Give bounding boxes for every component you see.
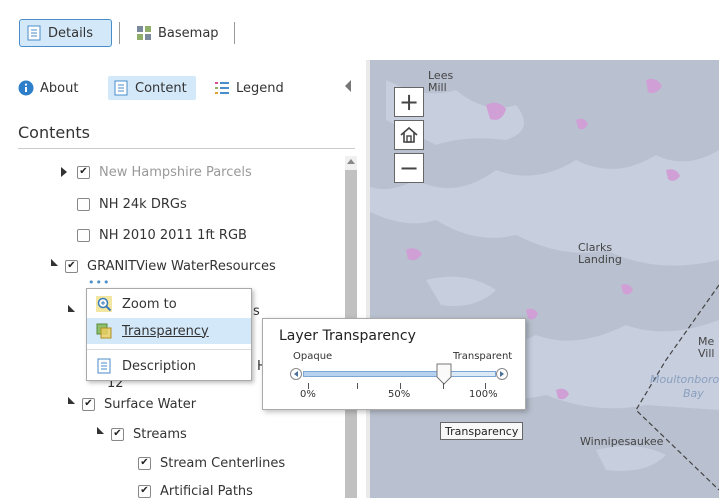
layer-row[interactable]: NH 24k DRGs (77, 194, 187, 214)
zoom-in-button[interactable]: + (394, 87, 424, 117)
description-label: Description (122, 358, 197, 374)
map-label: Winnipesaukee (580, 435, 664, 448)
home-icon (400, 126, 418, 143)
zoom-to-label: Zoom to (122, 296, 177, 312)
tab-content[interactable]: Content (108, 76, 196, 100)
layer-checkbox[interactable] (77, 197, 90, 211)
details-button[interactable]: Details (19, 19, 112, 47)
layer-row[interactable]: ✔ New Hampshire Parcels (61, 162, 252, 182)
toolbar-divider (119, 22, 120, 44)
map-label: Moultonboro (650, 373, 719, 386)
contents-title: Contents (18, 123, 90, 142)
tooltip: Transparency (440, 422, 524, 440)
layer-label: GRANITView WaterResources (87, 258, 276, 274)
map-label: Bay (683, 387, 704, 400)
layer-checkbox[interactable]: ✔ (77, 165, 90, 179)
layer-label: NH 24k DRGs (99, 196, 187, 212)
layer-row[interactable]: ✔ Streams (89, 424, 187, 444)
basemap-button[interactable]: Basemap (130, 19, 226, 47)
layer-row[interactable]: ✔ GRANITView WaterResources (43, 256, 276, 276)
layer-label: NH 2010 2011 1ft RGB (99, 227, 247, 243)
slider-tick (357, 383, 358, 389)
tab-legend-label: Legend (236, 80, 284, 96)
slider-tick-label: 0% (300, 389, 316, 400)
layer-label: Streams (133, 426, 187, 442)
layer-label: Stream Centerlines (160, 455, 286, 471)
tab-content-label: Content (135, 80, 187, 96)
layer-checkbox[interactable]: ✔ (82, 397, 95, 411)
zoom-to-menu-item[interactable]: Zoom to (87, 291, 251, 317)
legend-icon (215, 82, 229, 94)
slider-max-label: Transparent (453, 351, 513, 362)
layer-checkbox[interactable]: ✔ (138, 456, 151, 470)
details-icon (27, 25, 41, 41)
layer-row[interactable]: ✔ Stream Centerlines (138, 453, 285, 473)
home-button[interactable] (394, 120, 424, 150)
arrow-right-icon (500, 371, 504, 377)
map-label: Lees Mill (428, 69, 454, 94)
slider-tick-label: 50% (388, 389, 411, 400)
layer-transparency-popup: Layer Transparency Opaque Transparent 0%… (262, 318, 526, 410)
arrow-left-icon (294, 371, 298, 377)
collapse-arrow-icon[interactable] (43, 258, 59, 274)
slider-handle[interactable] (435, 363, 453, 385)
content-icon (114, 80, 128, 96)
layer-row[interactable]: ✔ Artificial Paths (138, 481, 253, 498)
slider-fill (303, 371, 444, 377)
slider-decrease-button[interactable] (290, 368, 302, 380)
collapse-arrow-icon[interactable] (60, 396, 76, 412)
transparency-icon (96, 323, 112, 339)
layer-row[interactable]: ✔ Surface Water (60, 394, 197, 414)
transparency-menu-item[interactable]: Transparency (87, 318, 251, 344)
zoom-to-icon (96, 296, 112, 312)
transparency-label: Transparency (122, 323, 209, 339)
slider-tick-label: 100% (469, 389, 498, 400)
info-icon (18, 80, 34, 96)
zoom-out-button[interactable]: − (394, 153, 424, 183)
layer-checkbox[interactable]: ✔ (111, 427, 124, 441)
collapse-arrow-icon[interactable] (60, 304, 76, 320)
slider-min-label: Opaque (293, 351, 333, 362)
layer-row[interactable] (60, 302, 82, 322)
collapse-panel-icon[interactable] (345, 80, 351, 92)
map-label: Me Vill (698, 335, 715, 360)
expand-arrow-icon[interactable] (61, 167, 67, 177)
scroll-up-icon[interactable] (347, 159, 355, 164)
collapse-arrow-icon[interactable] (89, 426, 105, 442)
top-toolbar: Details Basemap (0, 0, 719, 60)
menu-divider (87, 349, 251, 350)
basemap-label: Basemap (158, 25, 219, 41)
tab-about-label: About (40, 80, 79, 96)
layer-row[interactable]: NH 2010 2011 1ft RGB (77, 225, 247, 245)
panel-splitter[interactable] (366, 60, 370, 498)
slider-tick (443, 383, 444, 389)
description-icon (97, 358, 111, 374)
slider-increase-button[interactable] (496, 368, 508, 380)
layer-label: Artificial Paths (160, 483, 253, 498)
map-label: Clarks Landing (578, 241, 622, 266)
layer-label-fragment: s (253, 304, 260, 319)
layer-label: Surface Water (104, 396, 197, 412)
description-menu-item[interactable]: Description (87, 353, 251, 379)
layer-checkbox[interactable] (77, 228, 90, 242)
layer-label: New Hampshire Parcels (99, 164, 252, 180)
details-label: Details (48, 25, 94, 41)
basemap-grid-icon (137, 26, 151, 40)
tab-legend[interactable]: Legend (209, 76, 289, 100)
layer-context-menu: Zoom to Transparency Description (86, 288, 252, 381)
popup-title: Layer Transparency (279, 328, 416, 344)
tab-about[interactable]: About (13, 76, 83, 100)
toolbar-divider (234, 22, 235, 44)
layer-checkbox[interactable]: ✔ (65, 259, 78, 273)
divider (18, 148, 355, 149)
layer-checkbox[interactable]: ✔ (138, 484, 151, 498)
